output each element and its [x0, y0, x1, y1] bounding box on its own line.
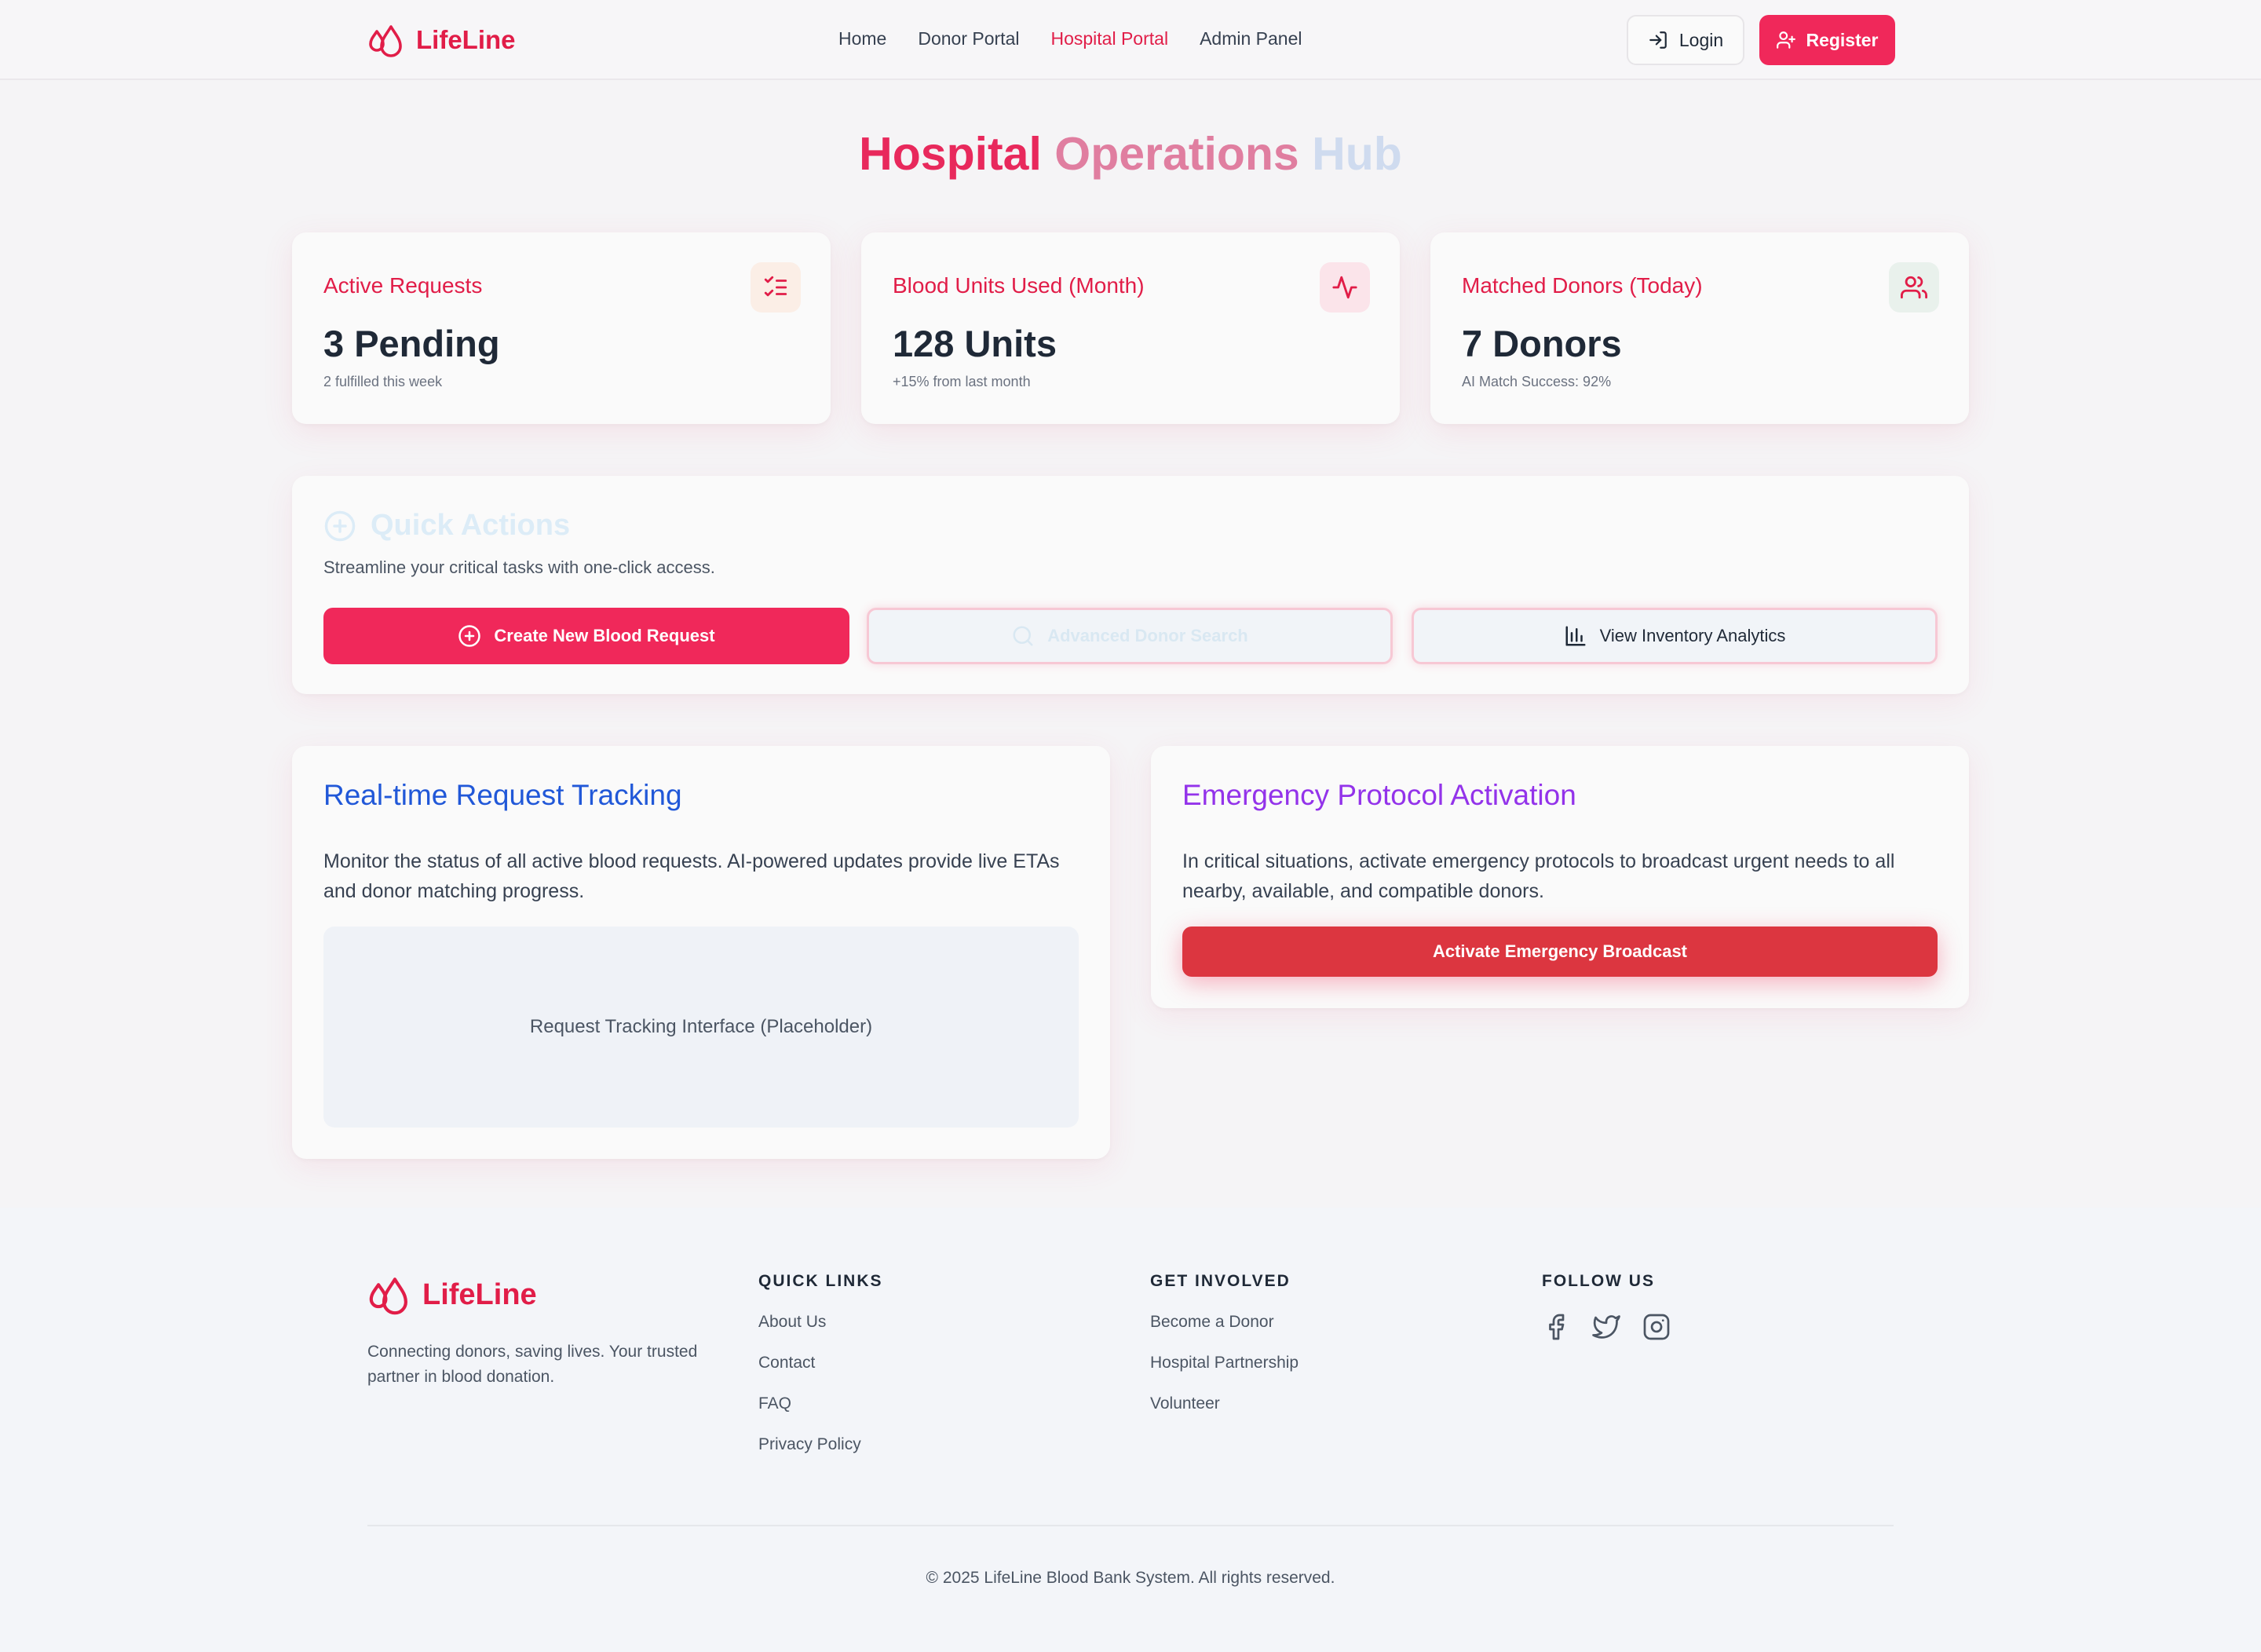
footer-brand-name: LifeLine	[422, 1277, 537, 1311]
quick-actions-card: Quick Actions Streamline your critical t…	[292, 476, 1969, 694]
footer-follow-us: FOLLOW US	[1542, 1272, 1671, 1341]
footer-description: Connecting donors, saving lives. Your tr…	[367, 1343, 698, 1386]
placeholder-text: Request Tracking Interface (Placeholder)	[529, 1016, 873, 1037]
request-tracking-title: Real-time Request Tracking	[323, 779, 682, 811]
create-blood-request-button[interactable]: Create New Blood Request	[323, 608, 849, 664]
top-navbar: LifeLine Home Donor Portal Hospital Port…	[0, 0, 2261, 80]
nav-link-admin-panel[interactable]: Admin Panel	[1200, 28, 1302, 49]
footer-heading: GET INVOLVED	[1150, 1272, 1291, 1290]
stat-subtext: +15% from last month	[893, 374, 1031, 389]
login-label: Login	[1678, 29, 1724, 50]
footer-link-become-donor[interactable]: Become a Donor	[1150, 1313, 1299, 1332]
stat-label: Active Requests	[323, 273, 483, 298]
quick-actions-subtitle: Streamline your critical tasks with one-…	[323, 557, 715, 577]
footer-link-faq[interactable]: FAQ	[758, 1394, 883, 1413]
footer-quick-links: QUICK LINKS About Us Contact FAQ Privacy…	[758, 1272, 883, 1476]
activity-icon	[1320, 262, 1370, 312]
register-button[interactable]: Register	[1759, 15, 1895, 65]
login-icon	[1649, 31, 1667, 49]
facebook-icon[interactable]	[1542, 1313, 1570, 1341]
page-title-part-1: Hospital	[859, 128, 1042, 180]
bar-chart-icon	[1565, 626, 1586, 646]
blood-drop-logo-icon	[369, 25, 402, 57]
nav-link-home[interactable]: Home	[838, 28, 886, 49]
stat-label: Blood Units Used (Month)	[893, 273, 1145, 298]
stat-value: 7 Donors	[1462, 323, 1622, 364]
footer-link-hospital-partnership[interactable]: Hospital Partnership	[1150, 1354, 1299, 1372]
users-icon	[1889, 262, 1939, 312]
activate-emergency-broadcast-button[interactable]: Activate Emergency Broadcast	[1182, 927, 1938, 977]
nav-links: Home Donor Portal Hospital Portal Admin …	[838, 28, 1302, 49]
stat-subtext: AI Match Success: 92%	[1462, 374, 1612, 389]
login-button[interactable]: Login	[1627, 15, 1744, 65]
emergency-protocol-description: In critical situations, activate emergen…	[1182, 850, 1895, 902]
search-icon	[1013, 626, 1033, 646]
emergency-protocol-card: Emergency Protocol Activation In critica…	[1151, 746, 1969, 1008]
button-label: Advanced Donor Search	[1047, 626, 1248, 645]
stat-subtext: 2 fulfilled this week	[323, 374, 443, 389]
footer-heading: QUICK LINKS	[758, 1272, 883, 1290]
footer-get-involved: GET INVOLVED Become a Donor Hospital Par…	[1150, 1272, 1299, 1435]
footer-link-privacy-policy[interactable]: Privacy Policy	[758, 1435, 883, 1454]
plus-circle-icon	[324, 510, 356, 541]
request-tracking-card: Real-time Request Tracking Monitor the s…	[292, 746, 1110, 1159]
page-title: Hospital Operations Hub	[0, 127, 2261, 181]
footer-link-volunteer[interactable]: Volunteer	[1150, 1394, 1299, 1413]
page-title-part-3: Hub	[1312, 128, 1402, 180]
quick-actions-title: Quick Actions	[323, 509, 570, 543]
button-label: View Inventory Analytics	[1599, 626, 1786, 645]
quick-actions-title-text: Quick Actions	[371, 509, 571, 542]
page-title-part-2: Operations	[1054, 128, 1299, 180]
stat-value: 3 Pending	[323, 323, 500, 364]
plus-circle-icon	[458, 625, 481, 647]
stat-card-matched-donors: Matched Donors (Today) 7 Donors AI Match…	[1430, 232, 1969, 424]
nav-link-donor-portal[interactable]: Donor Portal	[918, 28, 1019, 49]
stat-label: Matched Donors (Today)	[1462, 273, 1703, 298]
advanced-donor-search-button[interactable]: Advanced Donor Search	[867, 608, 1393, 664]
blood-drop-logo-icon	[369, 1277, 407, 1315]
request-tracking-description: Monitor the status of all active blood r…	[323, 850, 1060, 902]
emergency-protocol-title: Emergency Protocol Activation	[1182, 779, 1576, 811]
brand-name: LifeLine	[416, 25, 516, 54]
stat-card-blood-units: Blood Units Used (Month) 128 Units +15% …	[861, 232, 1400, 424]
button-label: Activate Emergency Broadcast	[1432, 941, 1688, 961]
twitter-icon[interactable]	[1592, 1313, 1620, 1341]
footer-divider	[367, 1525, 1894, 1526]
stat-value: 128 Units	[893, 323, 1057, 364]
social-icons	[1542, 1313, 1671, 1341]
register-label: Register	[1806, 29, 1879, 50]
request-tracking-placeholder: Request Tracking Interface (Placeholder)	[323, 927, 1079, 1128]
footer-copyright: © 2025 LifeLine Blood Bank System. All r…	[926, 1569, 1335, 1587]
footer-link-about-us[interactable]: About Us	[758, 1313, 883, 1332]
checklist-icon	[751, 262, 801, 312]
footer-brand[interactable]: LifeLine	[367, 1272, 537, 1318]
view-inventory-analytics-button[interactable]: View Inventory Analytics	[1412, 608, 1938, 664]
button-label: Create New Blood Request	[494, 626, 715, 645]
user-plus-icon	[1777, 31, 1796, 49]
stat-card-active-requests: Active Requests 3 Pending 2 fulfilled th…	[292, 232, 831, 424]
footer-heading: FOLLOW US	[1542, 1272, 1655, 1290]
instagram-icon[interactable]	[1642, 1313, 1671, 1341]
brand-logo[interactable]: LifeLine	[367, 20, 516, 60]
nav-link-hospital-portal[interactable]: Hospital Portal	[1050, 28, 1168, 49]
footer: LifeLine Connecting donors, saving lives…	[0, 1208, 2261, 1652]
footer-link-contact[interactable]: Contact	[758, 1354, 883, 1372]
